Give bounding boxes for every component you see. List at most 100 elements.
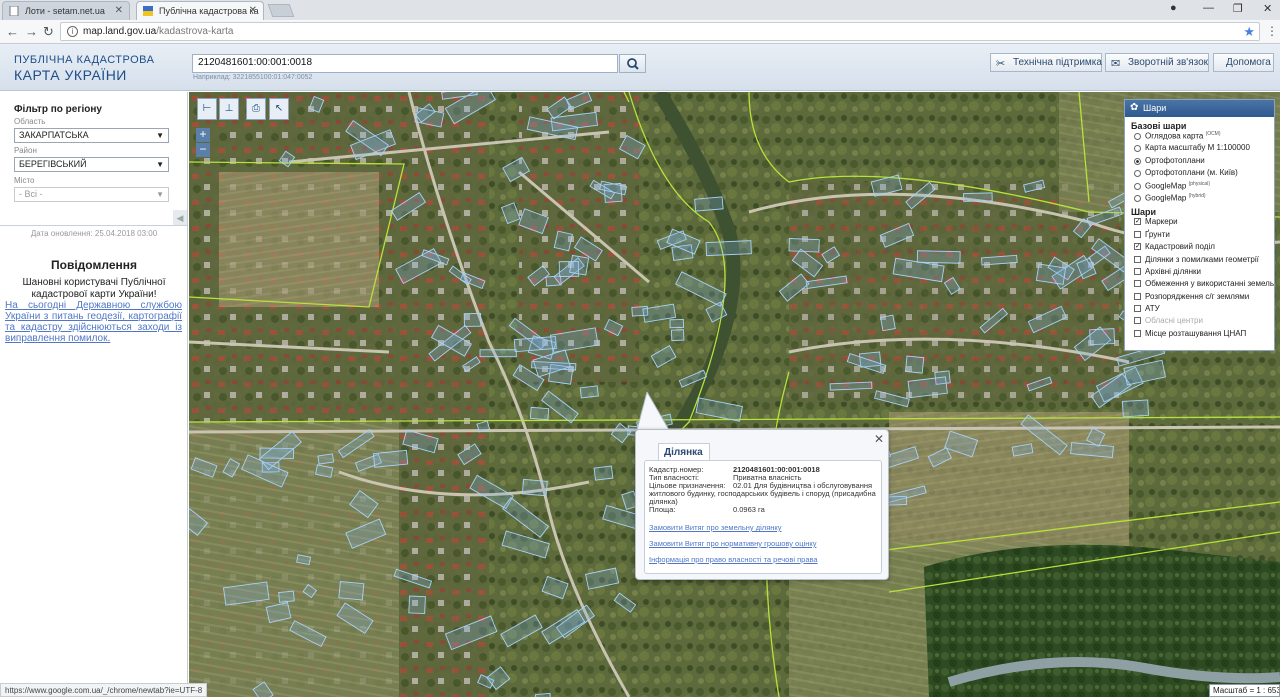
base-layer-option[interactable]: GoogleMap (hybrid) (1125, 193, 1274, 205)
cadastral-parcel[interactable] (278, 590, 295, 603)
cadastral-parcel[interactable] (1089, 328, 1116, 346)
support-button[interactable]: ✂ Технічна підтримка (990, 53, 1102, 72)
cadastral-parcel[interactable] (669, 319, 684, 329)
feedback-button[interactable]: ✉ Зворотній зв'язок (1105, 53, 1209, 72)
cadastral-parcel[interactable] (553, 230, 573, 252)
map-view[interactable]: ⊢ ⊥ ⎙ ↖ + − ✿ Шари Базові шари Оглядова к… (189, 92, 1280, 697)
new-tab-button[interactable] (267, 4, 295, 17)
browser-tab-1[interactable]: Лоти - setam.net.ua ✕ (2, 1, 130, 20)
cadastral-parcel[interactable] (408, 595, 426, 615)
base-layer-option[interactable]: GoogleMap (physical) (1125, 181, 1274, 193)
profile-icon[interactable]: ● (1170, 2, 1177, 14)
checkbox[interactable] (1134, 267, 1141, 275)
cadastral-parcel[interactable] (880, 314, 896, 332)
close-icon[interactable]: ✕ (249, 5, 257, 16)
cadastral-parcel[interactable] (463, 313, 482, 327)
layers-header[interactable]: ✿ Шари (1125, 100, 1274, 117)
cadastral-parcel[interactable] (963, 192, 993, 202)
bookmark-star-icon[interactable]: ★ (1243, 24, 1255, 40)
cadastral-parcel[interactable] (479, 349, 517, 358)
radio-button[interactable] (1134, 157, 1141, 165)
url-input[interactable]: i map.land.gov.ua/kadastrova-karta ★ (60, 22, 1260, 41)
cadastral-parcel[interactable] (705, 240, 752, 257)
cadastral-parcel[interactable] (1121, 399, 1150, 418)
zoom-out-button[interactable]: − (196, 143, 210, 157)
base-layer-option[interactable]: Ортофотоплани (м. Київ) (1125, 168, 1274, 180)
zoom-in-button[interactable]: + (196, 128, 210, 142)
overlay-layer-option[interactable]: Розпорядження с/г землями (1125, 292, 1274, 304)
cadastral-parcel[interactable] (916, 250, 961, 264)
overlay-layer-option[interactable]: ✓ Маркери (1125, 217, 1274, 229)
rayon-select[interactable]: БЕРЕГІВСЬКИЙ ▼ (14, 157, 169, 172)
radio-button[interactable] (1134, 145, 1141, 153)
checkbox[interactable]: ✓ (1134, 243, 1141, 251)
checkbox[interactable] (1134, 317, 1141, 325)
checkbox[interactable]: ✓ (1134, 218, 1141, 226)
radio-button[interactable] (1134, 194, 1141, 202)
checkbox[interactable] (1134, 292, 1141, 300)
back-icon[interactable]: ← (6, 24, 19, 39)
identify-button[interactable]: ↖ (269, 98, 289, 120)
forward-icon[interactable]: → (25, 24, 38, 39)
browser-tab-2[interactable]: Публічна кадастрова ка ✕ (136, 1, 264, 20)
cadastral-parcel[interactable] (788, 238, 820, 253)
cadastral-parcel[interactable] (513, 335, 557, 353)
base-layer-option[interactable]: Ортофотоплани (1125, 156, 1274, 168)
cadastral-parcel[interactable] (829, 381, 873, 391)
overlay-layer-option[interactable]: Обмеження у використанні земель (1125, 279, 1274, 291)
cadastral-parcel[interactable] (529, 406, 550, 421)
help-button[interactable]: Допомога (1213, 53, 1274, 72)
checkbox[interactable] (1134, 305, 1141, 313)
order-extract-link[interactable]: Замовити Витяг про земельну ділянку (649, 523, 782, 532)
close-icon[interactable]: ✕ (115, 5, 123, 16)
base-layer-option[interactable]: Оглядова карта (ОСМ) (1125, 131, 1274, 143)
overlay-layer-option[interactable]: ✓ Кадастровий поділ (1125, 242, 1274, 254)
minimize-icon[interactable]: — (1203, 2, 1214, 14)
overlay-layer-option[interactable]: Архівні ділянки (1125, 267, 1274, 279)
message-link[interactable]: На сьогодні Державною службою України з … (5, 300, 182, 344)
maximize-icon[interactable]: ❐ (1233, 2, 1243, 15)
orthophoto-map[interactable] (189, 92, 1280, 697)
menu-icon[interactable]: ⋮ (1266, 24, 1278, 38)
radio-button[interactable] (1134, 170, 1141, 178)
overlay-layer-option[interactable]: Місце розташування ЦНАП (1125, 329, 1274, 341)
cadastral-parcel[interactable] (1035, 263, 1067, 285)
cadastral-parcel[interactable] (579, 385, 599, 399)
radio-button[interactable] (1134, 133, 1141, 140)
cadastral-parcel[interactable] (694, 196, 724, 212)
cadastral-parcel[interactable] (670, 329, 685, 342)
cadastral-parcel[interactable] (372, 449, 409, 468)
cadastral-parcel[interactable] (569, 254, 590, 276)
base-layer-option[interactable]: Карта масштабу М 1:100000 (1125, 143, 1274, 155)
search-button[interactable] (619, 54, 646, 73)
search-input[interactable]: 2120481601:00:001:0018 (192, 54, 618, 73)
reload-icon[interactable]: ↻ (43, 24, 54, 40)
info-icon[interactable]: i (67, 26, 78, 37)
cadastral-parcel[interactable] (338, 580, 365, 601)
misto-select[interactable]: - Всі - ▼ (14, 187, 169, 202)
checkbox[interactable] (1134, 329, 1141, 337)
radio-button[interactable] (1134, 182, 1141, 190)
measure-distance-button[interactable]: ⊢ (197, 98, 217, 120)
popup-tab[interactable]: Ділянка (658, 443, 710, 460)
measure-area-button[interactable]: ⊥ (219, 98, 239, 120)
misto-value: - Всі - (19, 189, 43, 199)
overlay-layer-option[interactable]: Ділянки з помилками геометрії (1125, 255, 1274, 267)
checkbox[interactable] (1134, 280, 1141, 288)
window-close-icon[interactable]: ✕ (1263, 2, 1272, 15)
cadastral-parcel[interactable] (521, 478, 548, 497)
cadastral-parcel[interactable] (904, 355, 925, 374)
order-valuation-link[interactable]: Замовити Витяг про нормативну грошову оц… (649, 539, 816, 548)
oblast-select[interactable]: ЗАКАРПАТСЬКА ▼ (14, 128, 169, 143)
checkbox[interactable] (1134, 255, 1141, 263)
ownership-info-link[interactable]: Інформація про право власності та речові… (649, 555, 818, 564)
overlay-layer-option[interactable]: Ґрунти (1125, 230, 1274, 242)
collapse-sidebar-button[interactable]: ◀ (173, 210, 187, 226)
cadastral-parcel[interactable] (593, 465, 614, 481)
overlay-layer-option[interactable]: Обласні центри (1125, 316, 1274, 328)
print-button[interactable]: ⎙ (246, 98, 266, 120)
close-icon[interactable]: ✕ (874, 432, 884, 446)
cadastral-parcel[interactable] (317, 453, 335, 465)
overlay-layer-option[interactable]: АТУ (1125, 304, 1274, 316)
checkbox[interactable] (1134, 230, 1141, 238)
